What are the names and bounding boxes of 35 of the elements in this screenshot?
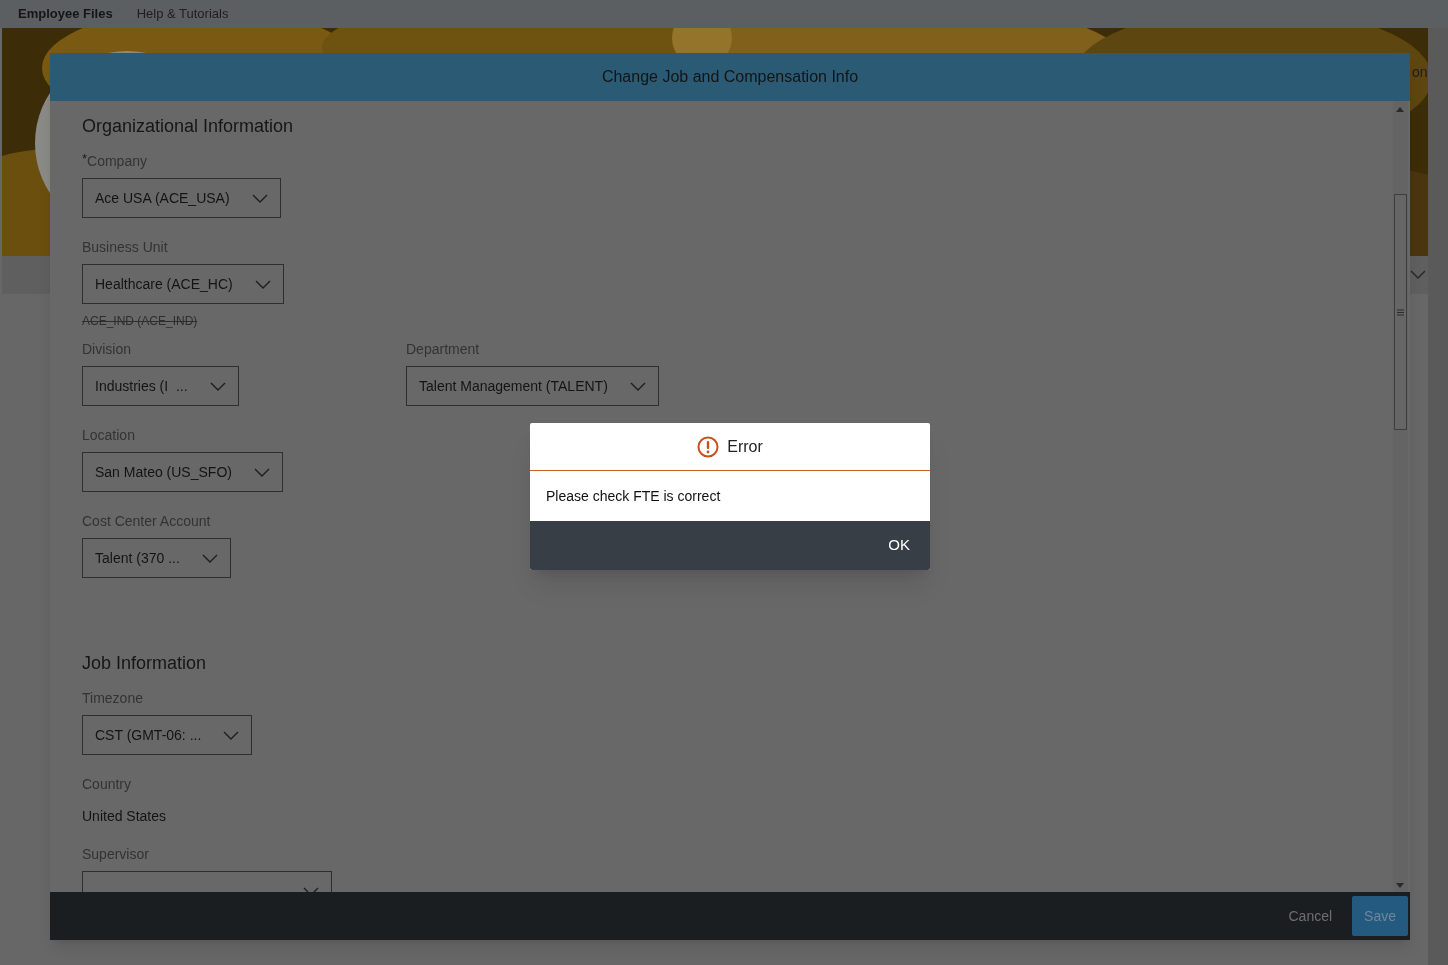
chevron-down-icon [223,730,240,740]
nav-link[interactable]: Help & Tutorials [136,4,229,24]
cancel-button[interactable]: Cancel [1284,896,1337,936]
section-title: Job Information [82,652,208,674]
chevron-down-icon [253,467,270,477]
dropdown[interactable]: Industries (I ... [82,366,239,406]
chevron-down-icon [201,553,218,563]
field-value: United States [82,807,167,825]
section-title: Organizational Information [82,115,295,137]
header-text: on [1412,63,1428,82]
dropdown[interactable]: Ace USA (ACE_USA) [82,178,281,218]
chevron-down-icon [209,381,226,391]
scrollbar[interactable] [1393,101,1408,892]
dropdown[interactable]: Talent (370 ... [82,538,231,578]
dialog-title: Error [727,436,763,457]
ok-button[interactable]: OK [884,534,914,557]
previous-value: ACE_IND (ACE_IND) [82,313,198,330]
save-button[interactable]: Save [1352,896,1408,936]
scrollbar-thumb[interactable] [1394,194,1407,430]
dropdown[interactable]: Healthcare (ACE_HC) [82,264,284,304]
error-icon [697,435,720,458]
dropdown[interactable]: CST (GMT-06: ... [82,715,253,755]
dialog-title: Change Job and Compensation Info [50,53,1410,101]
chevron-down-icon [251,193,268,203]
scroll-up-icon[interactable] [1396,107,1404,112]
grip-icon [1397,308,1404,316]
dropdown[interactable]: San Mateo (US_SFO) [82,452,283,492]
chevron-down-icon [254,279,271,289]
page-scrollbar[interactable] [1428,28,1448,965]
dropdown[interactable]: Talent Management (TALENT) [406,366,659,406]
error-message: Please check FTE is correct [546,486,721,506]
chevron-down-icon[interactable] [1410,270,1426,280]
app-title: Employee Files [18,5,113,24]
chevron-down-icon [629,381,646,391]
scroll-down-icon[interactable] [1396,883,1404,888]
